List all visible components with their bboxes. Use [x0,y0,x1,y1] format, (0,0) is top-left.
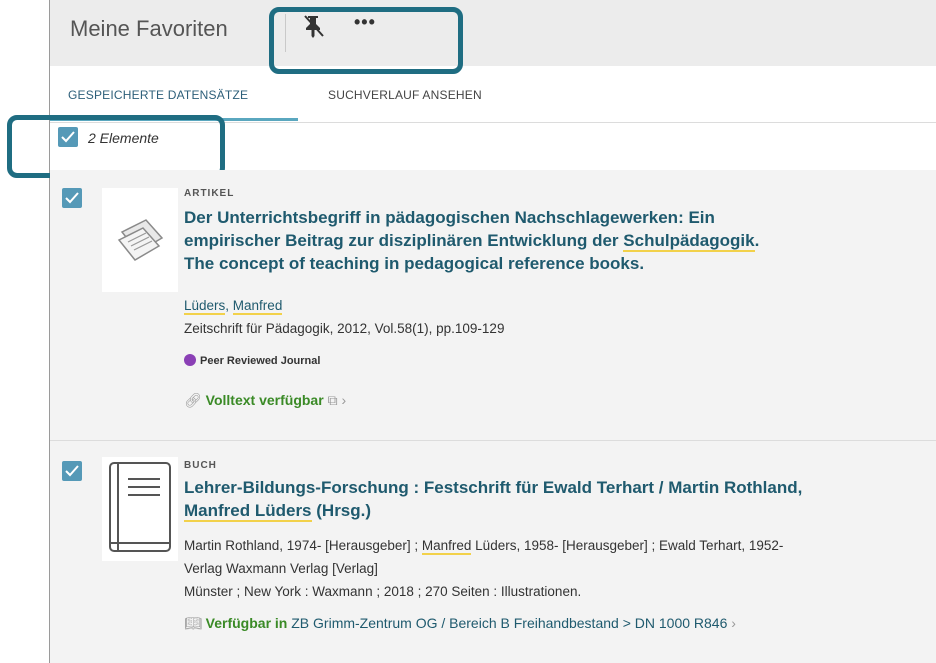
title-line: The concept of teaching in pedagogical r… [184,254,645,273]
author-separator: , [225,298,233,313]
result-contributors: Martin Rothland, 1974- [Herausgeber] ; M… [184,538,784,555]
contrib-text: Martin Rothland, 1974- [Herausgeber] ; [184,538,422,553]
result-item: BUCH Lehrer-Bildungs-Forschung : Festsch… [50,441,936,663]
peer-reviewed-badge: Peer Reviewed Journal [184,354,320,367]
article-icon [102,188,178,292]
chevron-right-icon: › [731,615,736,631]
fulltext-availability-link[interactable]: 🔗︎ Volltext verfügbar ⧉ › [184,392,346,409]
result-checkbox[interactable] [62,461,82,481]
result-checkbox[interactable] [62,188,82,208]
availability-label: Verfügbar in [205,615,288,631]
title-text: empirischer Beitrag zur disziplinären En… [184,231,624,250]
availability-label: Volltext verfügbar [205,392,324,408]
author-lastname: Lüders [184,298,226,315]
tab-saved-records[interactable]: GESPEICHERTE DATENSÄTZE [68,88,248,102]
peer-review-icon [184,354,196,366]
title-text: (Hrsg.) [311,501,372,520]
title-text: . [754,231,760,250]
result-imprint: Münster ; New York : Waxmann ; 2018 ; 27… [184,584,582,599]
title-line: Manfred Lüders (Hrsg.) [184,499,936,522]
contrib-highlight: Manfred [421,538,472,555]
callout-box-selection [7,115,225,178]
external-link-icon: ⧉ [327,392,338,408]
check-icon [65,192,79,204]
result-type: ARTIKEL [184,188,235,199]
title-line: empirischer Beitrag zur disziplinären En… [184,229,936,252]
check-icon [65,465,79,477]
tab-search-history[interactable]: SUCHVERLAUF ANSEHEN [328,88,482,102]
result-title[interactable]: Lehrer-Bildungs-Forschung : Festschrift … [184,476,936,522]
favorites-header: Meine Favoriten ••• [50,0,936,66]
contrib-text: Lüders, 1958- [Herausgeber] ; Ewald Terh… [471,538,784,553]
result-type: BUCH [184,460,217,471]
page-title: Meine Favoriten [70,16,228,41]
callout-box-actions [269,7,463,74]
result-author[interactable]: Lüders, Manfred [184,298,283,315]
title-highlight: Schulpädagogik [623,231,755,252]
result-item: ARTIKEL Der Unterrichtsbegriff in pädago… [50,170,936,440]
author-firstname: Manfred [232,298,283,315]
result-source: Zeitschrift für Pädagogik, 2012, Vol.58(… [184,321,505,336]
library-icon: 📖︎ [184,615,202,631]
chevron-right-icon: › [341,392,347,408]
link-icon: 🔗︎ [184,392,202,408]
result-publisher: Verlag Waxmann Verlag [Verlag] [184,561,378,576]
book-icon [102,457,178,561]
title-line: Lehrer-Bildungs-Forschung : Festschrift … [184,478,803,497]
title-highlight: Manfred Lüders [184,501,312,522]
peer-label: Peer Reviewed Journal [200,355,321,367]
location-availability-link[interactable]: 📖︎ Verfügbar in ZB Grimm-Zentrum OG / Be… [184,615,736,632]
result-title[interactable]: Der Unterrichtsbegriff in pädagogischen … [184,206,936,275]
title-line: Der Unterrichtsbegriff in pädagogischen … [184,208,715,227]
location-text: ZB Grimm-Zentrum OG / Bereich B Freihand… [287,615,728,631]
